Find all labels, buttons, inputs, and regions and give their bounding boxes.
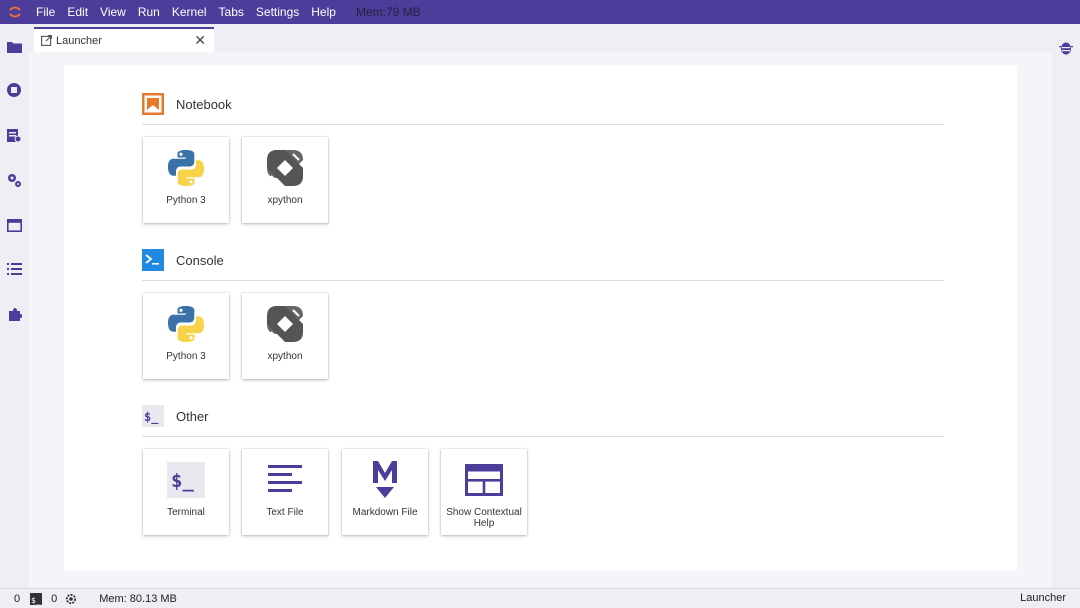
menu-edit[interactable]: Edit [61,0,94,24]
terminal-section-icon: $_ [142,405,164,427]
status-bar: 0 $_ 0 Mem: 80.13 MB Launcher [0,588,1080,608]
commands-icon[interactable] [5,126,23,144]
section-console: Console [142,248,944,281]
active-tab-label: Launcher [1020,592,1066,604]
contextual-help-card[interactable]: Show Contextual Help [441,449,527,535]
card-label: Show Contextual Help [446,507,522,529]
terminal-status-icon: $_ [30,592,43,605]
terminal-icon: $_ [163,457,209,503]
xpython-logo-icon [262,145,308,191]
console-icon [142,249,164,271]
gear-icon[interactable] [65,593,77,605]
section-title-console: Console [176,252,224,268]
tabs-icon[interactable] [5,216,23,234]
debugger-icon[interactable] [1057,38,1075,56]
kernel-count[interactable]: 0 [14,593,20,605]
memory-usage: Mem: 80.13 MB [99,592,177,605]
markdown-file-card[interactable]: Markdown File [342,449,428,535]
jupyter-logo-icon [0,0,30,24]
close-icon[interactable]: ✕ [194,33,206,47]
section-other: $_ Other [142,404,944,437]
section-title-other: Other [176,408,209,424]
python-logo-icon [163,145,209,191]
card-label: Terminal [167,507,205,518]
tab-bar: Launcher ✕ [29,24,1052,52]
notebook-xpython-card[interactable]: xpython [242,137,328,223]
svg-text:$_: $_ [171,470,194,492]
card-label: Text File [266,507,304,518]
notebook-icon [142,93,164,115]
section-divider [142,124,944,125]
card-label: Markdown File [352,507,418,518]
settings-icon[interactable] [5,171,23,189]
python-logo-icon [163,301,209,347]
section-notebook: Notebook [142,92,944,125]
notebook-python3-card[interactable]: Python 3 [143,137,229,223]
running-icon[interactable] [5,81,23,99]
right-sidebar [1052,24,1080,588]
svg-text:$_: $_ [144,410,159,425]
terminal-card[interactable]: $_ Terminal [143,449,229,535]
section-title-notebook: Notebook [176,96,232,112]
menu-help[interactable]: Help [305,0,342,24]
memory-indicator: Mem:79 MB [355,5,421,19]
menu-settings[interactable]: Settings [250,0,305,24]
text-file-icon [262,457,308,503]
menu-view[interactable]: View [94,0,132,24]
menu-file[interactable]: File [30,0,61,24]
card-label: xpython [267,351,303,362]
launcher-icon [40,35,52,47]
section-divider [142,280,944,281]
markdown-icon [362,457,408,503]
folder-icon[interactable] [5,37,23,55]
card-label: Python 3 [166,195,206,206]
console-python3-card[interactable]: Python 3 [143,293,229,379]
menu-kernel[interactable]: Kernel [166,0,213,24]
section-divider [142,436,944,437]
launcher-body: Notebook Python 3 xpython Console Python… [64,65,1017,571]
menu-bar: File Edit View Run Kernel Tabs Settings … [0,0,1080,24]
tab-label: Launcher [56,34,102,47]
xpython-logo-icon [262,301,308,347]
console-xpython-card[interactable]: xpython [242,293,328,379]
text-file-card[interactable]: Text File [242,449,328,535]
main-area: Notebook Python 3 xpython Console Python… [29,52,1052,588]
tab-launcher[interactable]: Launcher ✕ [34,27,214,52]
extension-icon[interactable] [5,305,23,323]
toc-icon[interactable] [5,260,23,278]
terminal-count[interactable]: 0 [51,593,57,605]
menu-run[interactable]: Run [132,0,166,24]
card-label: xpython [267,195,303,206]
contextual-help-icon [461,457,507,503]
left-sidebar [0,24,29,588]
card-label: Python 3 [166,351,206,362]
menu-tabs[interactable]: Tabs [213,0,250,24]
svg-text:$_: $_ [31,596,41,605]
